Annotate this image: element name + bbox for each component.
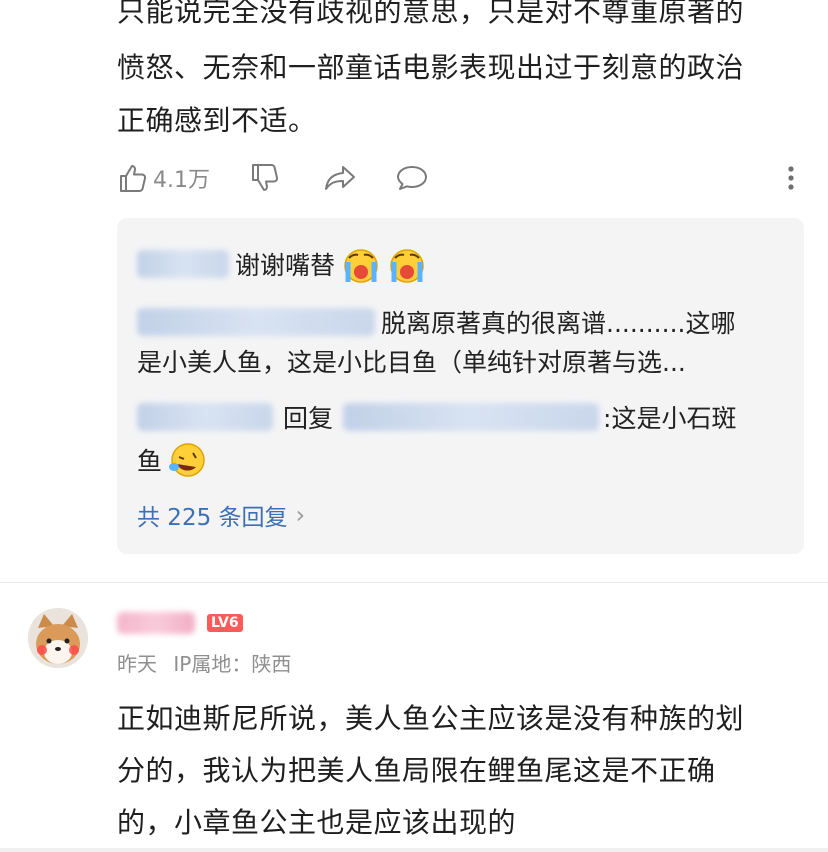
crying-face-emoji-icon [387,244,427,284]
reply-text: 是小美人鱼，这是小比目鱼（单纯针对原著与选... [137,348,686,377]
comment-text-line-3: 的，小章鱼公主也是应该出现的 [117,806,517,839]
crying-face-emoji-icon [341,244,381,284]
shiba-avatar-icon [28,608,88,668]
like-count: 4.1万 [153,168,210,193]
vertical-dots-icon [781,162,801,194]
comment-time: 昨天 [117,652,157,676]
more-options-button[interactable] [781,158,801,198]
comment-meta: 昨天 IP属地：陕西 [117,648,291,677]
chevron-right-icon: › [295,501,306,529]
share-button[interactable] [323,158,357,198]
laughing-crying-emoji-icon [166,440,206,480]
reply-item-3: 回复 :这是小石斑 [137,399,736,435]
reply-button[interactable] [395,158,429,198]
dislike-button[interactable] [249,158,281,198]
more-replies-label: 共 225 条回复 [137,505,288,531]
view-all-replies-link[interactable]: 共 225 条回复 › [137,498,305,532]
reply-item-2: 脱离原著真的很离谱..........这哪 [137,304,735,340]
blurred-username [137,403,273,431]
reply-text: 脱离原著真的很离谱..........这哪 [381,309,736,338]
blurred-username [343,403,600,431]
thumbs-up-icon [117,162,149,194]
reply-preview-box[interactable]: 谢谢嘴替 脱离原著真的很离谱..........这哪 是小美人鱼，这是小比目鱼（… [117,218,804,554]
bottom-edge [0,848,828,852]
speech-bubble-icon [395,162,429,194]
comment-text-line-2: 分的，我认为把美人鱼局限在鲤鱼尾这是不正确 [117,754,716,787]
comment-text-line-3: 正确感到不适。 [117,104,317,137]
comment-divider [0,582,828,583]
level-badge: LV6 [207,614,243,632]
avatar[interactable] [28,608,88,668]
reply-item-2-cont: 是小美人鱼，这是小比目鱼（单纯针对原著与选... [137,343,686,379]
share-arrow-icon [323,162,357,194]
username-row[interactable]: LV6 [117,611,243,635]
comment-text-line-1: 只能说完全没有歧视的意思，只是对不尊重原著的 [117,0,745,28]
ip-location: IP属地：陕西 [173,652,292,676]
reply-text: :这是小石斑 [603,404,737,433]
reply-item-3-cont: 鱼 [137,440,206,480]
thumbs-down-icon [249,162,281,194]
blurred-username [137,250,229,278]
blurred-username [117,612,195,634]
like-button[interactable]: 4.1万 [117,158,210,198]
reply-text: 鱼 [137,447,163,476]
reply-text: 谢谢嘴替 [235,251,336,280]
reply-keyword: 回复 [283,404,334,433]
comment-text-line-2: 愤怒、无奈和一部童话电影表现出过于刻意的政治 [117,51,745,84]
blurred-username [137,308,375,336]
comment-text-line-1: 正如迪斯尼所说，美人鱼公主应该是没有种族的划 [117,702,745,735]
comment-action-bar: 4.1万 [117,158,807,198]
reply-item-1: 谢谢嘴替 [137,244,427,284]
